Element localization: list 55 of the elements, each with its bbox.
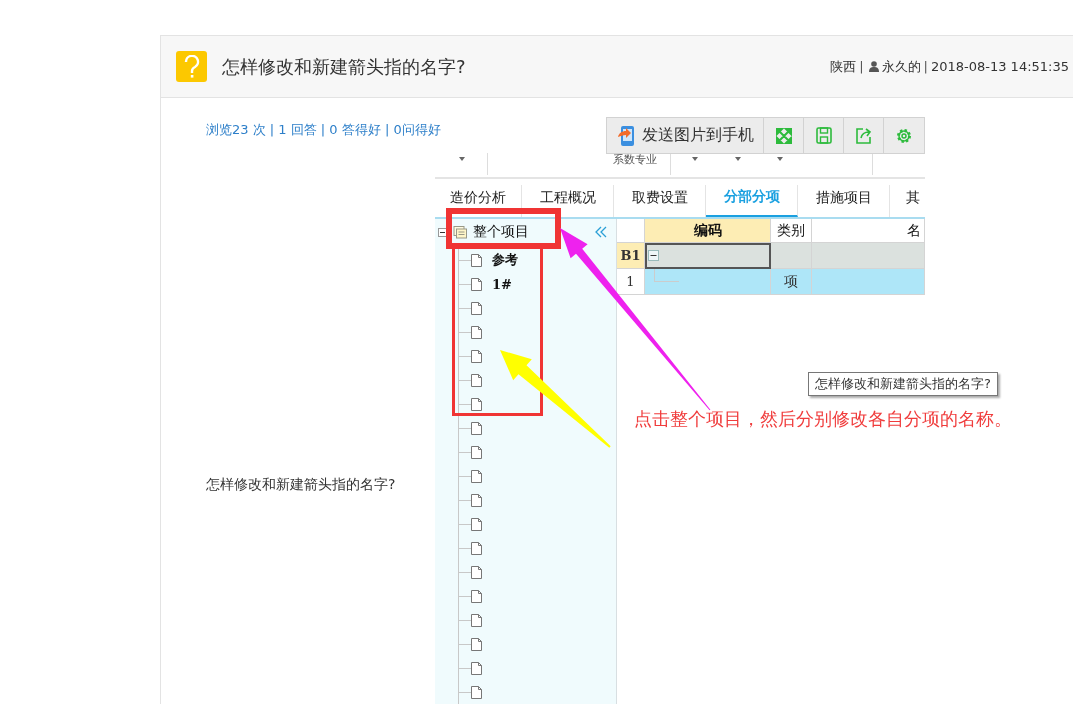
row-header: 1 [617, 269, 645, 295]
file-icon [471, 325, 482, 339]
send-to-phone-button[interactable]: 发送图片到手机 [607, 118, 765, 153]
collapse-toggle-icon[interactable] [648, 250, 659, 261]
question-stats: 浏览23 次 | 1 回答 | 0 答得好 | 0问得好 [206, 121, 441, 137]
file-icon [471, 589, 482, 603]
region-text: 陕西 [830, 57, 857, 76]
file-icon [471, 637, 482, 651]
column-header[interactable]: 类别 [771, 219, 812, 243]
gear-icon [895, 126, 914, 145]
phone-icon [616, 124, 635, 147]
tree-item[interactable]: 参考 [492, 251, 518, 269]
tooltip: 怎样修改和新建箭头指的名字? [808, 372, 998, 396]
column-header[interactable]: 编码 [645, 219, 771, 243]
table-cell[interactable] [645, 243, 771, 269]
author-link[interactable]: 永久的 [881, 57, 921, 76]
file-icon [471, 565, 482, 579]
file-icon [471, 661, 482, 675]
file-icon [471, 493, 482, 507]
share-icon [854, 127, 873, 144]
corner-cell [617, 219, 645, 243]
file-icon [471, 445, 482, 459]
post-time: 2018-08-13 14:51:35 [930, 59, 1069, 74]
file-icon [471, 373, 482, 387]
question-title: 怎样修改和新建箭头指的名字? [222, 54, 466, 79]
filter-label: 系数专业 [613, 152, 657, 167]
file-icon [471, 541, 482, 555]
file-icon [471, 301, 482, 315]
row-header: B1 [617, 243, 645, 269]
table-cell: 项 [771, 269, 812, 295]
collapse-toggle-icon[interactable] [438, 227, 447, 237]
dropdown-caret-icon[interactable] [459, 157, 465, 161]
separator: | [923, 59, 928, 74]
file-icon [471, 277, 482, 291]
file-icon [471, 469, 482, 483]
documents-icon [453, 225, 467, 239]
tree-item[interactable]: 整个项目 [473, 223, 529, 241]
column-header[interactable]: 名 [812, 219, 925, 243]
file-icon [471, 685, 482, 699]
file-icon [471, 253, 482, 267]
image-caption: 怎样修改和新建箭头指的名字? [205, 476, 397, 494]
file-icon [471, 349, 482, 363]
file-icon [471, 517, 482, 531]
question-icon [176, 51, 207, 82]
tree-item[interactable]: 1# [492, 276, 512, 292]
file-icon [471, 421, 482, 435]
user-icon [868, 61, 879, 72]
expand-arrows-icon [775, 127, 792, 144]
separator: | [859, 59, 864, 74]
file-icon [471, 613, 482, 627]
collapse-panel-icon[interactable] [595, 226, 607, 238]
table-cell [771, 243, 812, 269]
annotation-text: 点击整个项目，然后分别修改各自分项的名称。 [634, 407, 1012, 431]
table-cell[interactable] [645, 269, 771, 295]
file-icon [471, 397, 482, 411]
